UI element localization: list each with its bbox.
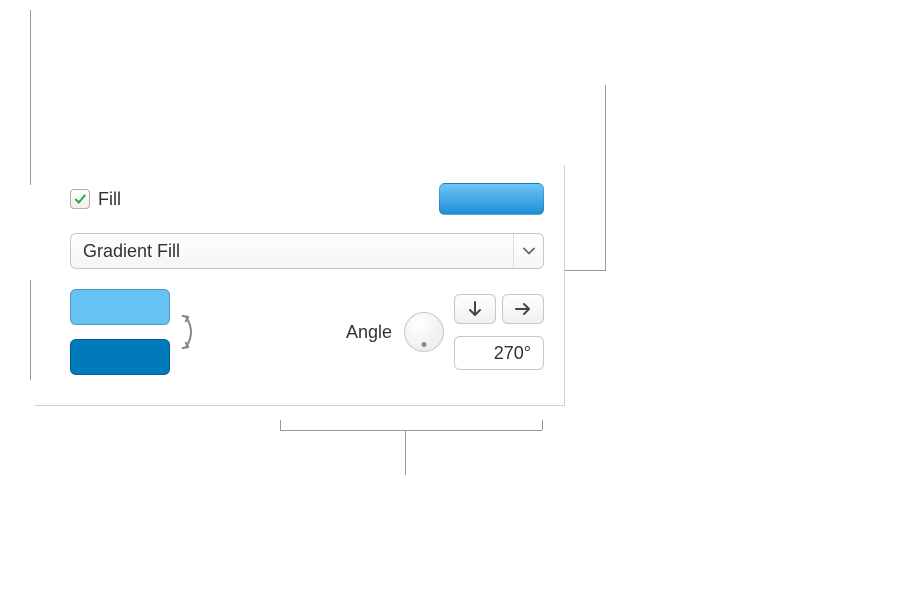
callout-guide xyxy=(280,420,281,430)
angle-label-group: Angle xyxy=(346,312,444,352)
gradient-color-2[interactable] xyxy=(70,339,170,375)
callout-guide xyxy=(30,10,31,185)
angle-section: Angle 270° xyxy=(218,294,544,370)
gradient-controls: Angle 270° xyxy=(70,289,544,375)
gradient-color-stops xyxy=(70,289,200,375)
fill-preview-swatch[interactable] xyxy=(439,183,544,215)
angle-label: Angle xyxy=(346,322,392,343)
callout-guide xyxy=(565,270,605,271)
angle-value: 270° xyxy=(494,343,531,364)
fill-type-dropdown[interactable]: Gradient Fill xyxy=(70,233,544,269)
direction-horizontal-button[interactable] xyxy=(502,294,544,324)
fill-checkbox-group: Fill xyxy=(70,189,121,210)
callout-guide xyxy=(405,430,406,475)
arrow-down-icon xyxy=(468,301,482,317)
fill-panel: Fill Gradient Fill xyxy=(35,165,565,406)
dropdown-arrow-well xyxy=(513,234,543,268)
gradient-color-pair xyxy=(70,289,170,375)
swap-arrows-icon xyxy=(180,307,200,357)
angle-input[interactable]: 270° xyxy=(454,336,544,370)
angle-dial[interactable] xyxy=(404,312,444,352)
callout-guide xyxy=(542,420,543,430)
swap-colors-button[interactable] xyxy=(180,307,200,357)
gradient-color-1[interactable] xyxy=(70,289,170,325)
callout-guide xyxy=(605,85,606,271)
fill-top-row: Fill xyxy=(70,183,544,215)
chevron-down-icon xyxy=(523,247,535,255)
angle-right-controls: 270° xyxy=(454,294,544,370)
callout-guide xyxy=(30,280,31,380)
arrow-right-icon xyxy=(515,302,531,316)
direction-buttons xyxy=(454,294,544,324)
fill-checkbox[interactable] xyxy=(70,189,90,209)
callout-guide xyxy=(280,430,542,431)
checkmark-icon xyxy=(73,192,87,206)
fill-type-value: Gradient Fill xyxy=(83,241,180,262)
fill-label: Fill xyxy=(98,189,121,210)
direction-vertical-button[interactable] xyxy=(454,294,496,324)
